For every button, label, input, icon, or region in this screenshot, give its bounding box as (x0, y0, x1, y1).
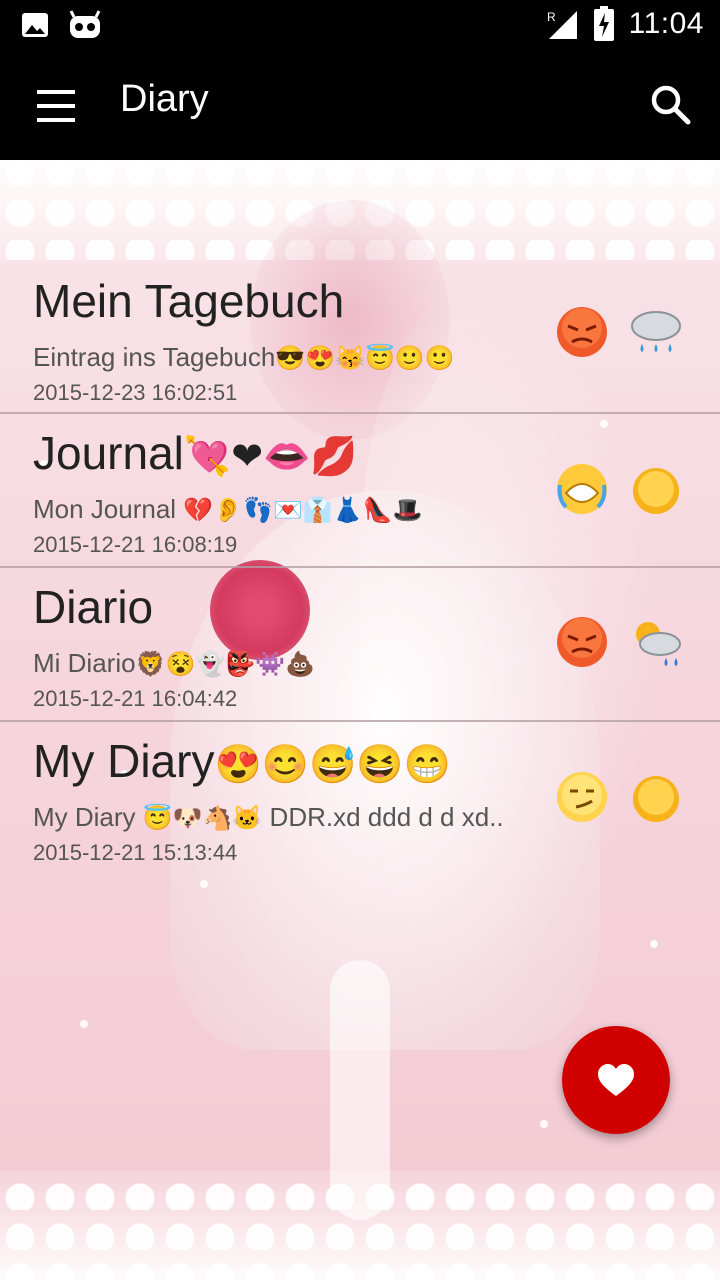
snow-dot (650, 940, 658, 948)
entry-subtitle-row: My Diary 😇🐶🐴🐱 DDR.xd ddd d d xd.. (33, 802, 504, 833)
angry-face-icon (557, 617, 607, 667)
entry-subtitle-emoji: 😎😍😽😇🙂🙂 (275, 345, 455, 372)
snow-dot (200, 880, 208, 888)
entry-title: Diario (33, 581, 154, 633)
entry-subtitle-emoji: 💔👂👣💌👔👗👠🎩 (183, 497, 423, 524)
app-bar: Diary (0, 50, 720, 160)
entry-subtitle: Mon Journal (33, 494, 184, 524)
roaming-signal-icon: R (547, 10, 577, 39)
entry-date: 2015-12-21 16:08:19 (33, 532, 238, 557)
diary-entry[interactable]: Journal💘❤👄💋 Mon Journal 💔👂👣💌👔👗👠🎩 2015-12… (0, 414, 720, 568)
lace-border-bottom (0, 1170, 720, 1280)
entry-title-emoji: 💘❤👄💋 (183, 436, 358, 478)
entry-subtitle-row: Mi Diario🦁😵👻👺👾💩 (33, 648, 315, 679)
status-bar: R 11:04 (0, 0, 720, 50)
angry-face-icon (557, 307, 607, 357)
crying-face-icon (557, 464, 607, 514)
entry-date: 2015-12-23 16:02:51 (33, 380, 238, 405)
entry-subtitle-emoji: 🦁😵👻👺👾💩 (135, 651, 315, 678)
entry-title-emoji: 😍😊😅😆😁 (214, 744, 452, 786)
image-icon (22, 13, 48, 37)
entry-date: 2015-12-21 16:04:42 (33, 686, 238, 711)
search-icon[interactable] (646, 80, 696, 130)
page-title: Diary (120, 78, 209, 120)
svg-text:R: R (547, 10, 556, 24)
sun-icon (633, 468, 679, 514)
status-time: 11:04 (628, 7, 704, 40)
entry-title-row: My Diary😍😊😅😆😁 (33, 734, 451, 788)
battery-charging-icon (593, 6, 614, 41)
entry-subtitle-row: Mon Journal 💔👂👣💌👔👗👠🎩 (33, 494, 422, 525)
diary-entry[interactable]: My Diary😍😊😅😆😁 My Diary 😇🐶🐴🐱 DDR.xd ddd d… (0, 722, 720, 876)
entry-title-row: Mein Tagebuch (33, 274, 344, 328)
entry-subtitle: Mi Diario (33, 648, 136, 678)
entry-date: 2015-12-21 15:13:44 (33, 840, 238, 865)
add-entry-fab[interactable] (562, 1026, 670, 1134)
entry-subtitle: Eintrag ins Tagebuch (33, 342, 276, 372)
rain-cloud-icon (631, 311, 681, 352)
snow-dot (540, 1120, 548, 1128)
sun-icon (633, 776, 679, 822)
entry-subtitle-row: Eintrag ins Tagebuch😎😍😽😇🙂🙂 (33, 342, 455, 373)
entry-title-row: Diario (33, 580, 153, 634)
hamburger-menu-icon[interactable] (30, 86, 82, 126)
entry-title: Journal (33, 427, 184, 479)
entry-subtitle-tail: DDR.xd ddd d d xd.. (262, 802, 504, 832)
entry-subtitle-emoji: 😇🐶🐴🐱 (142, 805, 263, 832)
snow-dot (80, 1020, 88, 1028)
smirking-face-icon (557, 772, 607, 822)
entry-title: Mein Tagebuch (33, 275, 345, 327)
cyanogen-icon (69, 10, 101, 38)
heart-icon (598, 1064, 634, 1096)
sun-behind-rain-cloud-icon (636, 622, 681, 666)
entry-title: My Diary (33, 735, 215, 787)
diary-entry[interactable]: Mein Tagebuch Eintrag ins Tagebuch😎😍😽😇🙂🙂… (0, 262, 720, 416)
entry-title-row: Journal💘❤👄💋 (33, 426, 358, 480)
entry-subtitle: My Diary (33, 802, 143, 832)
diary-entry[interactable]: Diario Mi Diario🦁😵👻👺👾💩 2015-12-21 16:04:… (0, 568, 720, 722)
